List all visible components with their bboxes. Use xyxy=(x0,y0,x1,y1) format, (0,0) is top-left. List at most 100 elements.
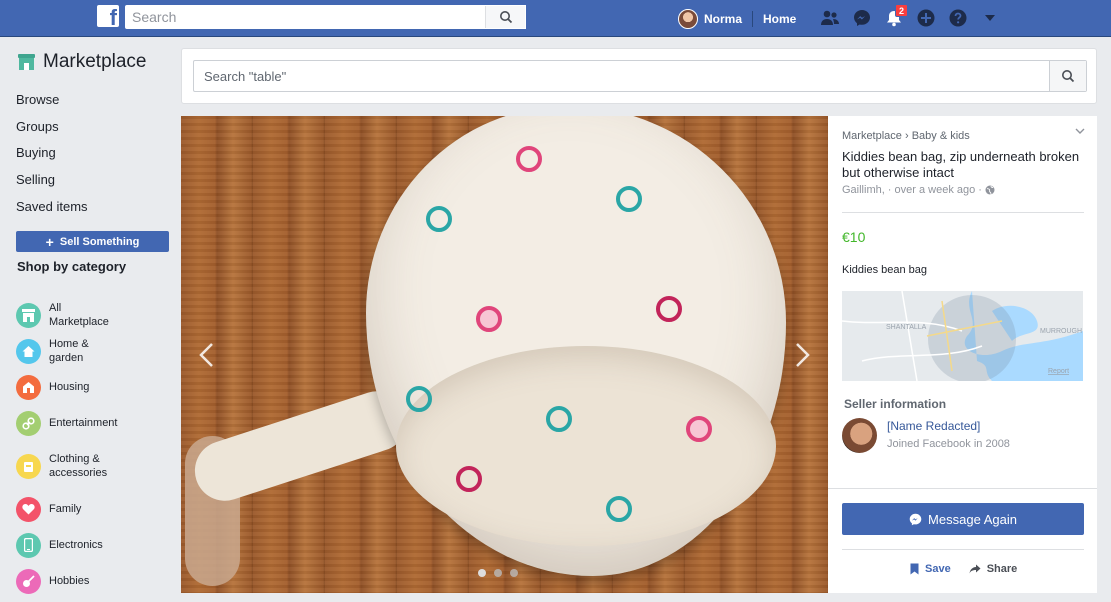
category-label: Hobbies xyxy=(49,575,90,587)
listing-photo[interactable] xyxy=(181,116,828,593)
message-again-label: Message Again xyxy=(928,511,1017,527)
sidebar-link-groups[interactable]: Groups xyxy=(16,119,88,147)
marketplace-search-panel: Search "table" xyxy=(181,48,1097,104)
listing-actions: Save Share xyxy=(910,563,1017,575)
map-graphic: SHANTALLA MURROUGH Report xyxy=(842,291,1083,381)
plus-icon: + xyxy=(45,233,54,250)
category-home-garden[interactable]: Home & garden xyxy=(16,333,119,369)
house-icon xyxy=(16,338,41,364)
category-electronics[interactable]: Electronics xyxy=(16,527,119,563)
breadcrumb-separator: › xyxy=(904,130,909,142)
print-flower xyxy=(426,206,452,232)
globe-icon xyxy=(985,185,995,195)
notifications-button[interactable]: 2 xyxy=(878,4,910,30)
category-family[interactable]: Family xyxy=(16,491,119,527)
print-flower xyxy=(546,406,572,432)
sidebar-link-browse[interactable]: Browse xyxy=(16,93,88,120)
user-avatar[interactable] xyxy=(678,8,698,29)
search-icon xyxy=(499,11,512,24)
category-clothing-accessories[interactable]: Clothing & accessories xyxy=(16,441,119,491)
marketplace-search-input[interactable]: Search "table" xyxy=(193,60,1087,92)
photo-dot-2[interactable] xyxy=(494,569,502,577)
sidebar-link-selling[interactable]: Selling xyxy=(16,173,88,200)
category-label: All Marketplace xyxy=(49,302,109,328)
map-label-murrough: MURROUGH xyxy=(1040,328,1082,335)
print-flower xyxy=(686,416,712,442)
save-button[interactable]: Save xyxy=(910,563,951,575)
facebook-logo-icon[interactable]: f xyxy=(97,5,119,27)
category-list: All Marketplace Home & garden Housing En… xyxy=(16,297,119,599)
home-link[interactable]: Home xyxy=(763,12,796,26)
message-again-button[interactable]: Message Again xyxy=(842,503,1084,535)
seller-avatar[interactable] xyxy=(842,418,877,453)
divider xyxy=(842,212,1084,213)
search-icon xyxy=(1062,70,1075,83)
divider xyxy=(828,488,1097,489)
category-all-marketplace[interactable]: All Marketplace xyxy=(16,297,119,333)
sidebar-nav: Browse Groups Buying Selling Saved items xyxy=(16,93,88,226)
global-search-button[interactable] xyxy=(485,6,525,28)
sidebar-link-saved-items[interactable]: Saved items xyxy=(16,199,88,227)
plus-circle-icon xyxy=(917,9,935,27)
friends-icon xyxy=(821,10,839,25)
global-search-input[interactable]: Search xyxy=(125,5,526,29)
housing-icon xyxy=(16,374,41,400)
account-menu-button[interactable] xyxy=(974,6,1006,30)
divider xyxy=(842,549,1084,550)
clothing-icon xyxy=(16,453,41,479)
print-flower xyxy=(606,496,632,522)
messenger-icon xyxy=(854,10,870,26)
listing-location[interactable]: Gaillimh, xyxy=(842,184,885,196)
category-label: Entertainment xyxy=(49,417,118,429)
breadcrumb-baby-kids[interactable]: Baby & kids xyxy=(912,130,970,142)
print-flower xyxy=(456,466,482,492)
create-button[interactable] xyxy=(910,6,942,30)
save-label: Save xyxy=(925,563,951,575)
marketplace-header[interactable]: Marketplace xyxy=(17,51,147,73)
next-photo-arrow-icon[interactable] xyxy=(792,342,812,368)
share-arrow-icon xyxy=(969,564,981,574)
listing-meta: Gaillimh, · over a week ago · xyxy=(842,184,995,196)
map-report-link[interactable]: Report xyxy=(1048,368,1069,375)
share-button[interactable]: Share xyxy=(969,563,1017,575)
photo-dot-1[interactable] xyxy=(478,569,486,577)
profile-link[interactable]: Norma xyxy=(704,12,742,26)
location-map[interactable]: SHANTALLA MURROUGH Report xyxy=(842,291,1083,381)
bean-bag-fold xyxy=(396,346,776,546)
help-button[interactable] xyxy=(942,6,974,30)
messenger-button[interactable] xyxy=(846,6,878,30)
breadcrumb: Marketplace › Baby & kids xyxy=(842,130,970,142)
friend-requests-button[interactable] xyxy=(814,6,846,30)
seller-name-link[interactable]: [Name Redacted] xyxy=(887,419,980,433)
sidebar-link-buying[interactable]: Buying xyxy=(16,146,88,173)
listing-title: Kiddies bean bag, zip underneath broken … xyxy=(842,149,1080,180)
phone-icon xyxy=(16,532,41,558)
category-hobbies[interactable]: Hobbies xyxy=(16,563,119,599)
category-label: Home & garden xyxy=(49,338,89,364)
page-title: Marketplace xyxy=(43,51,147,72)
breadcrumb-marketplace[interactable]: Marketplace xyxy=(842,130,902,142)
category-housing[interactable]: Housing xyxy=(16,369,119,405)
print-flower xyxy=(656,296,682,322)
marketplace-search-button[interactable] xyxy=(1049,61,1086,91)
nav-divider xyxy=(752,10,754,27)
sell-something-button[interactable]: + Sell Something xyxy=(16,231,169,252)
chevron-down-icon[interactable] xyxy=(1075,128,1085,135)
caret-down-icon xyxy=(985,15,995,21)
listing-description: Kiddies bean bag xyxy=(842,264,928,276)
sell-something-label: Sell Something xyxy=(59,235,140,248)
previous-photo-arrow-icon[interactable] xyxy=(197,342,217,368)
seller-information-heading: Seller information xyxy=(844,397,947,411)
category-entertainment[interactable]: Entertainment xyxy=(16,405,119,441)
top-navigation-bar: f Search Norma Home 2 xyxy=(0,0,1111,37)
category-label: Housing xyxy=(49,381,90,393)
notification-badge: 2 xyxy=(895,4,909,17)
print-flower xyxy=(406,386,432,412)
category-label: Clothing & accessories xyxy=(49,453,108,479)
photo-dot-3[interactable] xyxy=(510,569,518,577)
category-label: Family xyxy=(49,503,82,515)
link-icon xyxy=(16,410,41,436)
marketplace-sidebar: Marketplace Browse Groups Buying Selling… xyxy=(0,37,180,602)
category-label: Electronics xyxy=(49,539,103,551)
map-label-shantalla: SHANTALLA xyxy=(886,324,927,331)
